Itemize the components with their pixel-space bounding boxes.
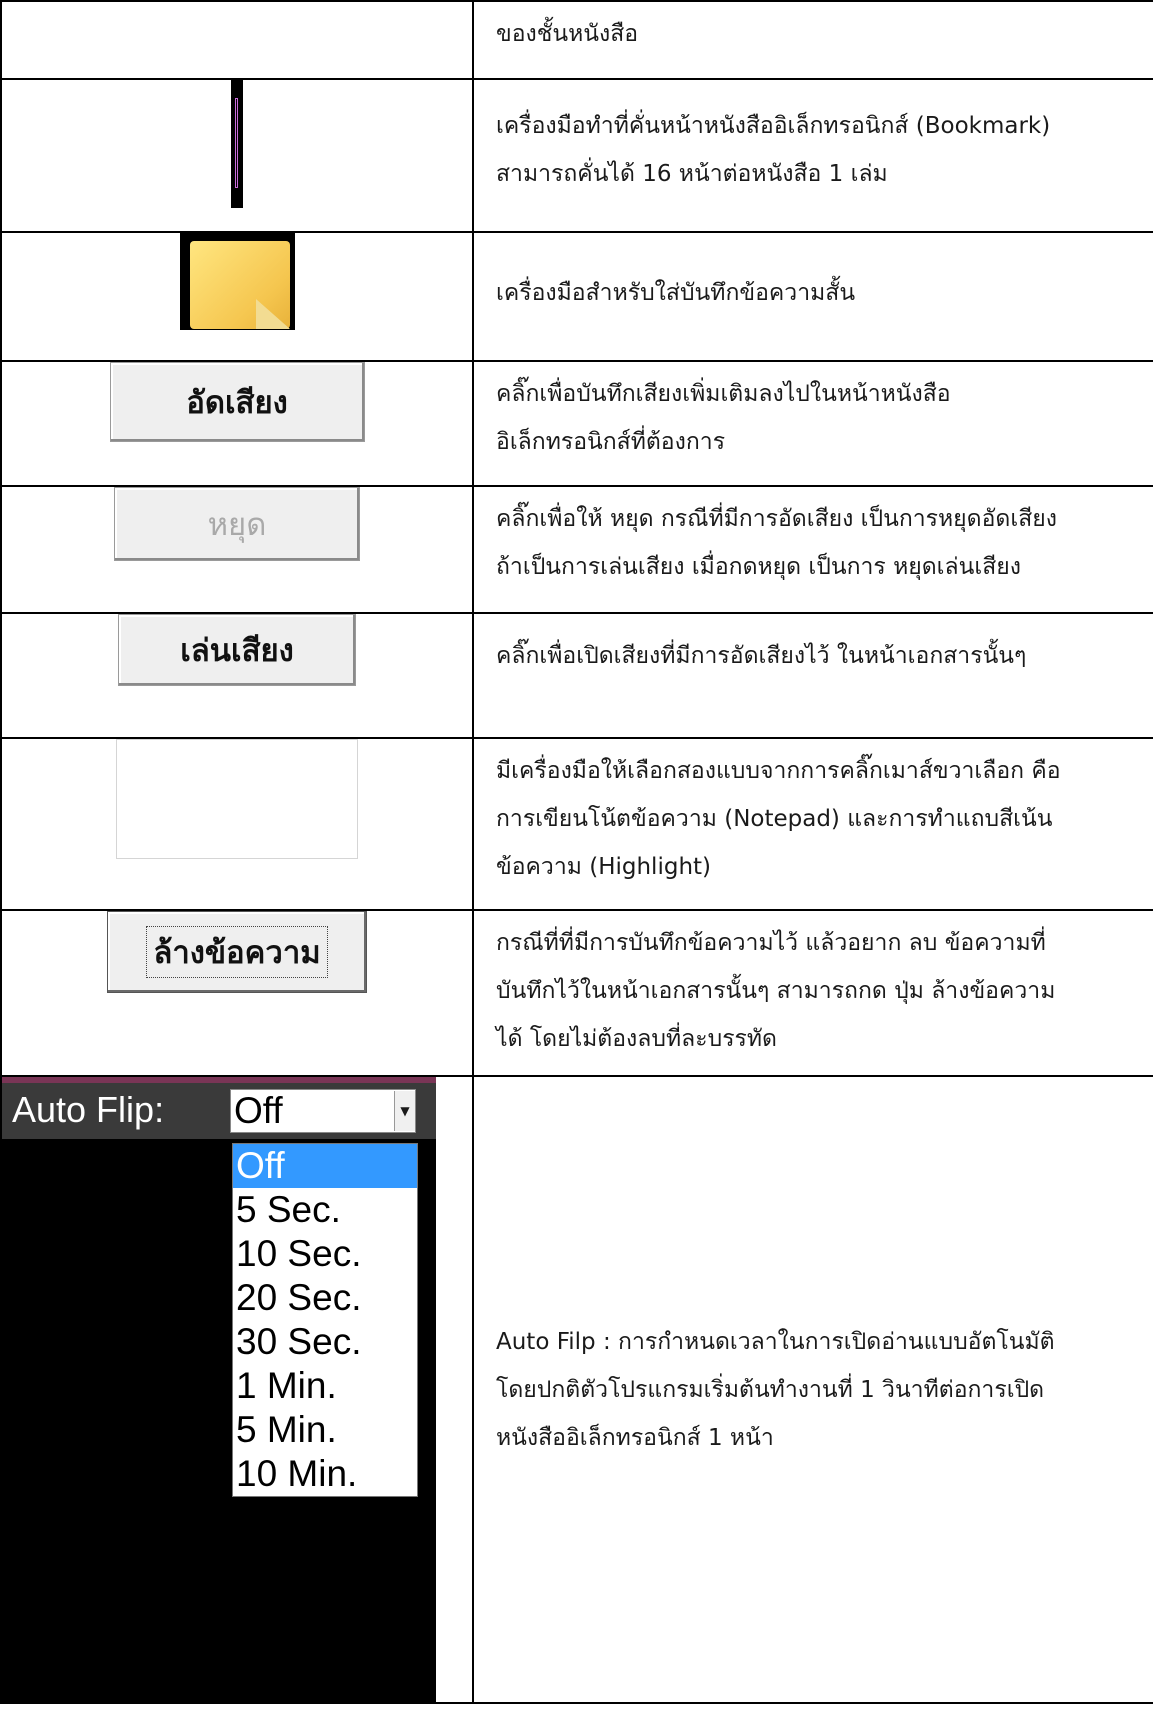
description-line: มีเครื่องมือให้เลือกสองแบบจากการคลิ๊กเมา… [496, 758, 1061, 784]
icon-cell [0, 231, 474, 362]
description-line: ถ้าเป็นการเล่นเสียง เมื่อกดหยุด เป็นการ … [496, 554, 1021, 580]
description-line: อิเล็กทรอนิกส์ที่ต้องการ [496, 429, 726, 455]
auto-flip-option[interactable]: 10 Min. [233, 1452, 417, 1496]
description-line: เครื่องมือสำหรับใส่บันทึกข้อความสั้น [496, 280, 856, 306]
auto-flip-option[interactable]: 30 Sec. [233, 1320, 417, 1364]
clear-text-button[interactable]: ล้างข้อความ [107, 911, 367, 993]
icon-cell: อัดเสียง [0, 360, 474, 487]
auto-flip-option[interactable]: Off [233, 1144, 417, 1188]
stop-button[interactable]: หยุด [114, 487, 360, 561]
notepad-area[interactable] [116, 739, 358, 859]
icon-cell: ล้างข้อความ [0, 909, 474, 1077]
description-line: ของชั้นหนังสือ [496, 21, 639, 47]
table-row: มีเครื่องมือให้เลือกสองแบบจากการคลิ๊กเมา… [0, 737, 1153, 911]
description-line: คลิ๊กเพื่อให้ หยุด กรณีที่มีการอัดเสียง … [496, 506, 1057, 532]
table-row: ล้างข้อความ กรณีที่ที่มีการบันทึกข้อความ… [0, 909, 1153, 1077]
description-line: กรณีที่ที่มีการบันทึกข้อความไว้ แล้วอยาก… [496, 930, 1046, 956]
table-row: อัดเสียง คลิ๊กเพื่อบันทึกเสียงเพิ่มเติมล… [0, 360, 1153, 487]
table-row: เครื่องมือทำที่คั่นหน้าหนังสืออิเล็กทรอน… [0, 78, 1153, 233]
auto-flip-option[interactable]: 20 Sec. [233, 1276, 417, 1320]
icon-cell [0, 737, 474, 911]
table-row: เครื่องมือสำหรับใส่บันทึกข้อความสั้น [0, 231, 1153, 362]
auto-flip-selected-value: Off [234, 1090, 283, 1131]
description-line: สามารถคั่นได้ 16 หน้าต่อหนังสือ 1 เล่ม [496, 161, 888, 187]
description-line: บันทึกไว้ในหน้าเอกสารนั้นๆ สามารถกด ปุ่ม… [496, 978, 1056, 1004]
description-line: โดยปกติตัวโปรแกรมเริ่มต้นทำงานที่ 1 วินา… [496, 1376, 1045, 1403]
table-row: เล่นเสียง คลิ๊กเพื่อเปิดเสียงที่มีการอัด… [0, 612, 1153, 739]
auto-flip-panel: Auto Flip: Off ▼ Off 5 Sec. 10 Sec. 20 S… [2, 1077, 436, 1702]
description-line: คลิ๊กเพื่อเปิดเสียงที่มีการอัดเสียงไว้ ใ… [496, 643, 1027, 669]
icon-cell: หยุด [0, 485, 474, 614]
description-cell: คลิ๊กเพื่อบันทึกเสียงเพิ่มเติมลงไปในหน้า… [472, 360, 1153, 487]
description-line: Auto Filp : การกำหนดเวลาในการเปิดอ่านแบบ… [496, 1328, 1055, 1355]
description-line: ได้ โดยไม่ต้องลบที่ละบรรทัด [496, 1026, 777, 1052]
play-button[interactable]: เล่นเสียง [118, 614, 356, 686]
tool-description-table: ของชั้นหนังสือ เครื่องมือทำที่คั่นหน้าหน… [0, 0, 1153, 1704]
icon-cell: เล่นเสียง [0, 612, 474, 739]
table-row: หยุด คลิ๊กเพื่อให้ หยุด กรณีที่มีการอัดเ… [0, 485, 1153, 614]
sticky-note-icon[interactable] [179, 233, 295, 330]
auto-flip-select[interactable]: Off ▼ [230, 1089, 416, 1133]
description-cell: กรณีที่ที่มีการบันทึกข้อความไว้ แล้วอยาก… [472, 909, 1153, 1077]
auto-flip-options: Off 5 Sec. 10 Sec. 20 Sec. 30 Sec. 1 Min… [232, 1143, 418, 1497]
description-line: คลิ๊กเพื่อบันทึกเสียงเพิ่มเติมลงไปในหน้า… [496, 381, 951, 407]
icon-cell [0, 0, 474, 80]
auto-flip-label: Auto Flip: [12, 1089, 165, 1130]
description-cell: ของชั้นหนังสือ [472, 0, 1153, 80]
description-line: ข้อความ (Highlight) [496, 854, 712, 880]
bookmark-icon[interactable] [231, 80, 243, 208]
chevron-down-icon[interactable]: ▼ [394, 1091, 415, 1131]
description-cell: มีเครื่องมือให้เลือกสองแบบจากการคลิ๊กเมา… [472, 737, 1153, 911]
description-line: เครื่องมือทำที่คั่นหน้าหนังสืออิเล็กทรอน… [496, 113, 1051, 139]
auto-flip-option[interactable]: 10 Sec. [233, 1232, 417, 1276]
auto-flip-option[interactable]: 5 Sec. [233, 1188, 417, 1232]
auto-flip-option[interactable]: 5 Min. [233, 1408, 417, 1452]
icon-cell [0, 78, 474, 233]
icon-cell: Auto Flip: Off ▼ Off 5 Sec. 10 Sec. 20 S… [0, 1075, 474, 1704]
clear-text-label: ล้างข้อความ [146, 926, 328, 978]
description-cell: คลิ๊กเพื่อเปิดเสียงที่มีการอัดเสียงไว้ ใ… [472, 612, 1153, 739]
auto-flip-option[interactable]: 1 Min. [233, 1364, 417, 1408]
description-line: การเขียนโน้ตข้อความ (Notepad) และการทำแถ… [496, 806, 1053, 832]
description-cell: เครื่องมือสำหรับใส่บันทึกข้อความสั้น [472, 231, 1153, 362]
description-line: หนังสืออิเล็กทรอนิกส์ 1 หน้า [496, 1424, 774, 1451]
description-cell: คลิ๊กเพื่อให้ หยุด กรณีที่มีการอัดเสียง … [472, 485, 1153, 614]
description-cell: Auto Filp : การกำหนดเวลาในการเปิดอ่านแบบ… [472, 1075, 1153, 1704]
table-row: ของชั้นหนังสือ [0, 0, 1153, 80]
record-button[interactable]: อัดเสียง [109, 362, 365, 442]
description-cell: เครื่องมือทำที่คั่นหน้าหนังสืออิเล็กทรอน… [472, 78, 1153, 233]
table-row: Auto Flip: Off ▼ Off 5 Sec. 10 Sec. 20 S… [0, 1075, 1153, 1704]
